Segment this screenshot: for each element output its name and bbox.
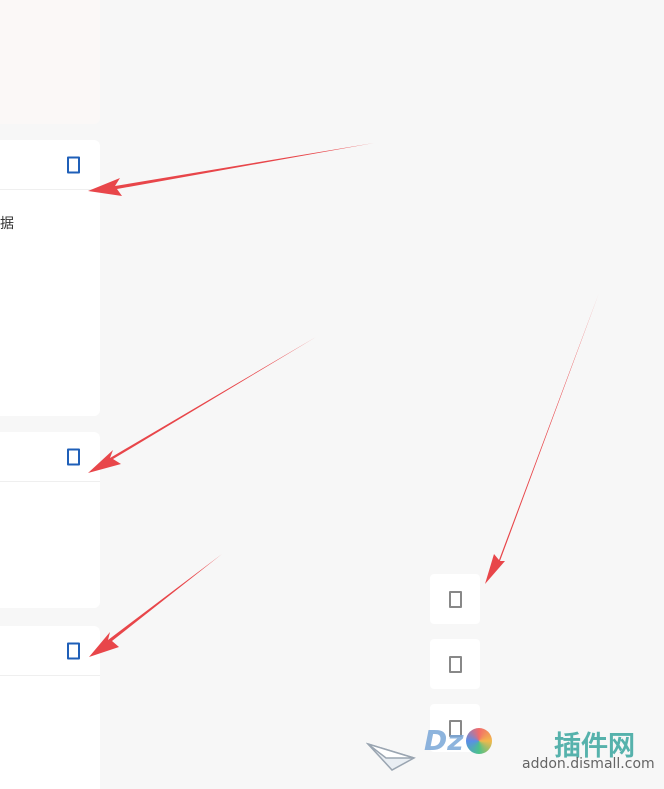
logo-dot-icon [466, 728, 492, 754]
paper-plane-icon [366, 742, 416, 771]
watermark-url: addon.dismall.com [522, 756, 655, 772]
arrow-1 [88, 143, 374, 196]
arrow-2 [88, 337, 316, 473]
annotation-arrows [88, 143, 599, 657]
arrow-3 [89, 554, 222, 657]
watermark: Dz 插件网 addon.dismall.com [366, 722, 664, 789]
watermark-brand: Dz [424, 724, 464, 757]
arrow-4 [485, 293, 599, 584]
